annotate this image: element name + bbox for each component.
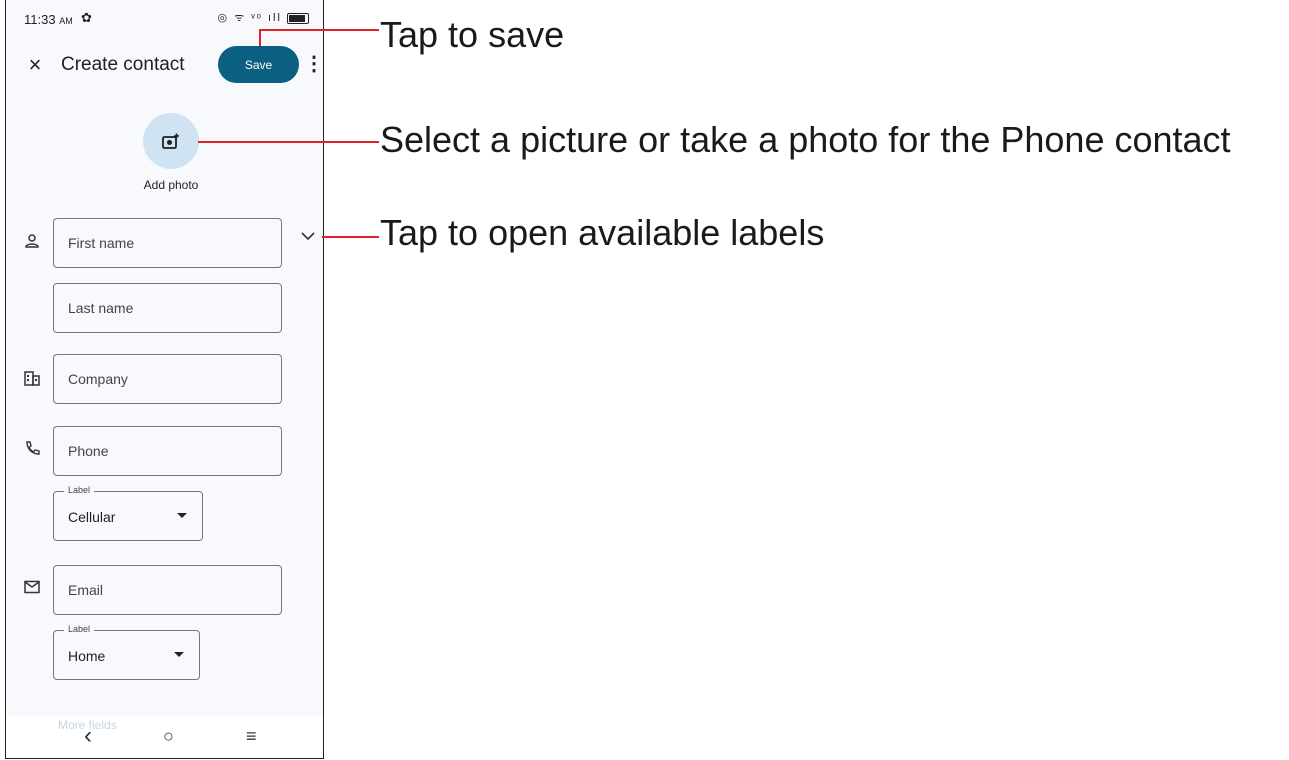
company-placeholder: Company: [68, 371, 128, 387]
email-icon: [22, 580, 42, 599]
more-options-icon[interactable]: ⋮: [304, 51, 323, 76]
save-button[interactable]: Save: [218, 46, 299, 83]
phone-icon: [22, 441, 42, 462]
company-icon: [22, 370, 42, 391]
phone-placeholder: Phone: [68, 443, 109, 459]
save-callout-line: [259, 29, 379, 31]
more-fields-link[interactable]: More fields: [58, 718, 117, 732]
phone-screen: 11:33 AM ✿ ◎ ᯤ ᵛᵒ ıll × Create contact S…: [5, 0, 324, 759]
first-name-field[interactable]: First name: [53, 218, 282, 268]
email-label-value: Home: [68, 648, 106, 664]
recents-icon[interactable]: ≡: [246, 726, 257, 747]
person-icon: [22, 233, 42, 254]
settings-gear-icon: ✿: [81, 10, 92, 25]
company-field[interactable]: Company: [53, 354, 282, 404]
add-photo-label: Add photo: [143, 178, 199, 192]
phone-field[interactable]: Phone: [53, 426, 282, 476]
labels-callout-text: Tap to open available labels: [380, 212, 825, 253]
email-placeholder: Email: [68, 582, 104, 598]
add-photo-icon: [162, 133, 179, 149]
page-title: Create contact: [61, 54, 185, 75]
home-icon[interactable]: ○: [163, 726, 174, 747]
email-field[interactable]: Email: [53, 565, 282, 615]
add-photo-button[interactable]: [143, 113, 199, 169]
status-time: 11:33 AM: [24, 12, 73, 27]
close-icon[interactable]: ×: [24, 52, 46, 78]
email-label-select[interactable]: Label Home: [53, 624, 200, 680]
dropdown-arrow-icon: [177, 513, 187, 518]
last-name-field[interactable]: Last name: [53, 283, 282, 333]
last-name-placeholder: Last name: [68, 300, 134, 316]
phone-label-select[interactable]: Label Cellular: [53, 485, 203, 541]
save-callout-pointer: [259, 30, 261, 46]
photo-callout-line: [198, 141, 379, 143]
status-icons: ◎ ᯤ ᵛᵒ ıll: [217, 10, 309, 25]
email-label-legend: Label: [64, 624, 95, 634]
status-bar: 11:33 AM ✿ ◎ ᯤ ᵛᵒ ıll: [6, 0, 323, 36]
phone-label-value: Cellular: [68, 509, 116, 525]
dropdown-arrow-icon: [174, 652, 184, 657]
battery-icon: [287, 12, 309, 24]
chevron-down-icon[interactable]: [300, 228, 316, 246]
phone-label-legend: Label: [64, 485, 95, 495]
first-name-placeholder: First name: [68, 235, 135, 251]
save-callout-text: Tap to save: [380, 14, 565, 55]
labels-callout-line: [322, 236, 379, 238]
navigation-bar: ‹ ○ ≡: [6, 716, 323, 758]
photo-callout-text: Select a picture or take a photo for the…: [380, 119, 1231, 160]
